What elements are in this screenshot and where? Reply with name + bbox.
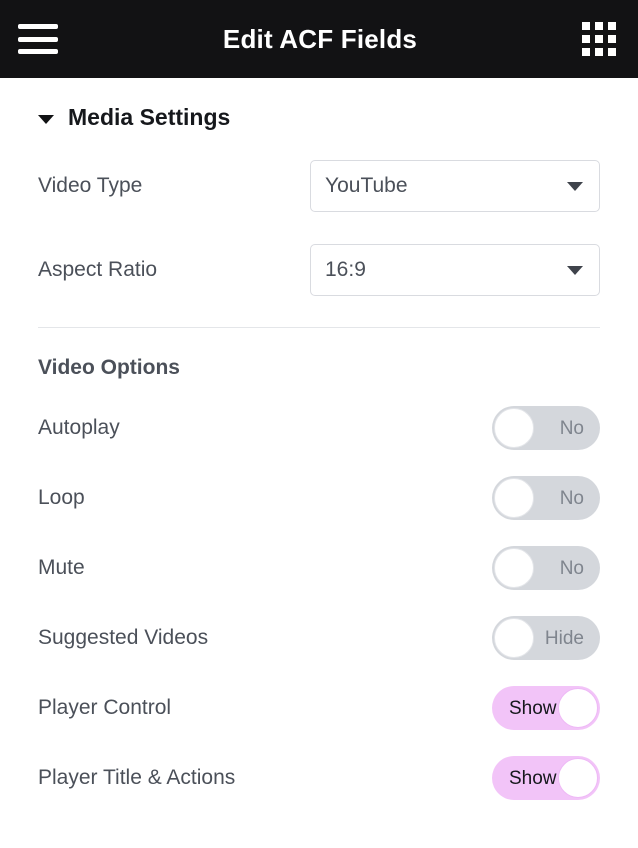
toggle-knob <box>558 688 598 728</box>
toggle-label-suggested-videos: Suggested Videos <box>38 626 209 649</box>
toggle-label-autoplay: Autoplay <box>38 416 120 439</box>
toggle-state-suggested-videos: Hide <box>544 627 584 649</box>
toggle-state-loop: No <box>559 487 584 509</box>
toggle-knob <box>494 548 534 588</box>
section-header-media-settings[interactable]: Media Settings <box>38 104 600 131</box>
app-header: Edit ACF Fields <box>0 0 638 78</box>
toggle-label-player-control: Player Control <box>38 696 172 719</box>
toggle-row-autoplay: Autoplay No <box>38 406 600 450</box>
chevron-down-icon <box>567 266 583 275</box>
hamburger-bar <box>18 36 58 42</box>
section-title: Media Settings <box>68 104 231 130</box>
grid-dot <box>582 35 590 43</box>
toggle-loop[interactable]: No <box>492 476 600 520</box>
toggle-state-player-title-actions: Show <box>509 767 557 789</box>
hamburger-bar <box>18 49 58 54</box>
caret-down-icon <box>38 114 54 124</box>
toggle-state-mute: No <box>559 557 584 579</box>
field-row-video-type: Video Type YouTube <box>38 157 600 215</box>
grid-dot <box>595 22 603 30</box>
toggle-mute[interactable]: No <box>492 546 600 590</box>
grid-dot <box>582 22 590 30</box>
toggle-label-player-title-actions: Player Title & Actions <box>38 766 236 789</box>
grid-dot <box>608 35 616 43</box>
select-value-aspect-ratio: 16:9 <box>325 258 366 281</box>
field-label-aspect-ratio: Aspect Ratio <box>38 258 158 281</box>
grid-dot <box>595 48 603 56</box>
toggle-knob <box>558 758 598 798</box>
toggle-autoplay[interactable]: No <box>492 406 600 450</box>
toggle-row-mute: Mute No <box>38 546 600 590</box>
toggle-label-loop: Loop <box>38 486 85 509</box>
select-video-type[interactable]: YouTube <box>310 160 600 212</box>
toggle-knob <box>494 408 534 448</box>
grid-dot <box>608 22 616 30</box>
toggle-row-suggested-videos: Suggested Videos Hide <box>38 616 600 660</box>
settings-content: Media Settings Video Type YouTube Aspect… <box>0 104 638 800</box>
select-value-video-type: YouTube <box>325 174 408 197</box>
field-row-aspect-ratio: Aspect Ratio 16:9 <box>38 241 600 299</box>
toggle-row-player-title-actions: Player Title & Actions Show <box>38 756 600 800</box>
section-divider <box>38 327 600 328</box>
toggle-row-player-control: Player Control Show <box>38 686 600 730</box>
toggle-label-mute: Mute <box>38 556 85 579</box>
hamburger-bar <box>18 24 58 29</box>
page-title: Edit ACF Fields <box>222 23 418 54</box>
select-aspect-ratio[interactable]: 16:9 <box>310 244 600 296</box>
app-root: Edit ACF Fields Media Settings Video Typ… <box>0 0 638 848</box>
toggle-player-title-actions[interactable]: Show <box>492 756 600 800</box>
apps-grid-icon[interactable] <box>582 22 616 56</box>
toggle-player-control[interactable]: Show <box>492 686 600 730</box>
chevron-down-icon <box>567 182 583 191</box>
toggle-state-autoplay: No <box>559 417 584 439</box>
field-label-video-type: Video Type <box>38 174 143 197</box>
toggle-knob <box>494 478 534 518</box>
toggle-suggested-videos[interactable]: Hide <box>492 616 600 660</box>
subsection-title-video-options: Video Options <box>38 356 180 379</box>
toggle-knob <box>494 618 534 658</box>
grid-dot <box>582 48 590 56</box>
grid-dot <box>595 35 603 43</box>
toggle-row-loop: Loop No <box>38 476 600 520</box>
hamburger-menu-icon[interactable] <box>18 24 58 54</box>
grid-dot <box>608 48 616 56</box>
toggle-state-player-control: Show <box>509 697 557 719</box>
